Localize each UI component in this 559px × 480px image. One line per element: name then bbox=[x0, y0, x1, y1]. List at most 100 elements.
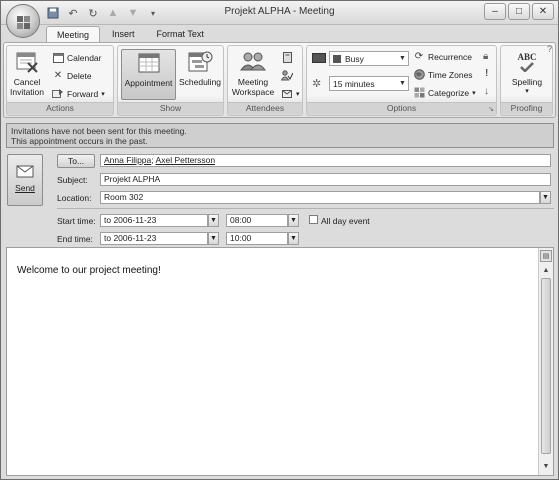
scroll-thumb[interactable] bbox=[541, 278, 551, 454]
recurrence-icon: ⟳ bbox=[414, 51, 424, 62]
recurrence-button[interactable]: ⟳ Recurrence bbox=[413, 49, 472, 64]
recurrence-label: Recurrence bbox=[428, 51, 472, 62]
to-separator: ; bbox=[151, 155, 154, 165]
forward-button[interactable]: Forward ▾ bbox=[52, 86, 105, 101]
send-label: Send bbox=[15, 183, 35, 193]
start-date-field[interactable]: to 2006-11-23 bbox=[100, 214, 208, 227]
globe-icon bbox=[413, 69, 425, 81]
reminder-dropdown-icon[interactable]: ▼ bbox=[398, 78, 407, 89]
end-date-field[interactable]: to 2006-11-23 bbox=[100, 232, 208, 245]
to-recipient-anna[interactable]: Anna Filippa bbox=[104, 155, 151, 165]
start-time-dropdown-icon[interactable]: ▼ bbox=[288, 214, 299, 227]
office-button[interactable] bbox=[6, 4, 40, 38]
cancel-invitation-button[interactable]: Cancel Invitation bbox=[9, 49, 45, 97]
end-date-dropdown-icon[interactable]: ▼ bbox=[208, 232, 219, 245]
body-text[interactable]: Welcome to our project meeting! bbox=[17, 265, 161, 276]
to-button[interactable]: To... bbox=[57, 154, 95, 168]
response-dropdown-icon[interactable]: ▾ bbox=[296, 90, 300, 98]
private-lock-icon[interactable]: 🔒︎ bbox=[483, 51, 488, 62]
title-bar: ↶ ↻ ▲ ▼ ▾ Projekt ALPHA - Meeting – □ ✕ bbox=[1, 1, 558, 25]
categorize-button[interactable]: Categorize ▾ bbox=[413, 85, 476, 100]
group-actions: Cancel Invitation Calendar ✕ Delete Forw… bbox=[6, 45, 114, 116]
show-as-value: Busy bbox=[345, 53, 364, 64]
high-importance-icon[interactable]: ! bbox=[485, 68, 488, 79]
spelling-button[interactable]: ABC Spelling ▾ bbox=[504, 49, 550, 97]
scroll-down-icon[interactable]: ▼ bbox=[540, 460, 552, 472]
appointment-button[interactable]: Appointment bbox=[121, 49, 176, 100]
meeting-window: ↶ ↻ ▲ ▼ ▾ Projekt ALPHA - Meeting – □ ✕ … bbox=[0, 0, 559, 480]
calendar-icon bbox=[52, 52, 64, 64]
send-button[interactable]: Send bbox=[7, 154, 43, 206]
workspace-label-1: Meeting bbox=[237, 77, 269, 87]
group-attendees: Meeting Workspace ▾ Attendees bbox=[227, 45, 303, 116]
ribbon-tabs: Meeting Insert Format Text bbox=[46, 26, 214, 43]
categorize-label: Categorize bbox=[428, 87, 470, 98]
spelling-icon: ABC bbox=[512, 49, 542, 75]
scroll-up-icon[interactable]: ▲ bbox=[540, 264, 552, 276]
show-as-dropdown-icon[interactable]: ▼ bbox=[398, 53, 407, 64]
options-group-label: Options bbox=[307, 102, 496, 114]
categorize-icon bbox=[413, 87, 425, 99]
options-dialog-launcher-icon[interactable]: ↘ bbox=[488, 105, 494, 113]
delete-label: Delete bbox=[67, 70, 92, 81]
end-time-field[interactable]: 10:00 bbox=[226, 232, 288, 245]
all-day-event-checkbox[interactable] bbox=[309, 215, 318, 224]
address-book-button[interactable] bbox=[281, 50, 293, 65]
check-names-icon bbox=[281, 70, 293, 82]
tab-meeting[interactable]: Meeting bbox=[46, 26, 101, 43]
delete-icon: ✕ bbox=[53, 70, 63, 81]
workspace-label-2: Workspace bbox=[231, 87, 275, 97]
actions-group-label: Actions bbox=[7, 102, 113, 114]
maximize-button[interactable]: □ bbox=[508, 3, 530, 20]
end-time-label: End time: bbox=[57, 234, 93, 244]
delete-button[interactable]: ✕ Delete bbox=[52, 68, 92, 83]
ribbon: Cancel Invitation Calendar ✕ Delete Forw… bbox=[3, 42, 556, 118]
ruler-toggle-icon[interactable]: ▤ bbox=[540, 250, 552, 262]
separator bbox=[57, 208, 554, 209]
time-zones-button[interactable]: Time Zones bbox=[413, 67, 473, 82]
tab-insert[interactable]: Insert bbox=[102, 26, 145, 43]
to-recipient-axel[interactable]: Axel Pettersson bbox=[156, 155, 216, 165]
window-title: Projekt ALPHA - Meeting bbox=[224, 6, 335, 17]
start-date-dropdown-icon[interactable]: ▼ bbox=[208, 214, 219, 227]
vertical-scrollbar[interactable]: ▤ ▲ ▼ bbox=[538, 248, 553, 475]
subject-field[interactable]: Projekt ALPHA bbox=[100, 173, 551, 186]
forward-label: Forward bbox=[67, 88, 99, 99]
show-as-combo[interactable]: Busy ▼ bbox=[329, 51, 409, 66]
check-names-button[interactable] bbox=[281, 68, 293, 83]
location-label: Location: bbox=[57, 193, 92, 203]
cancel-label-2: Invitation bbox=[9, 87, 45, 97]
busy-color-swatch bbox=[333, 54, 341, 63]
calendar-button[interactable]: Calendar bbox=[52, 50, 102, 65]
meeting-workspace-button[interactable]: Meeting Workspace bbox=[230, 49, 276, 97]
send-envelope-icon bbox=[16, 165, 34, 178]
group-proofing: ABC Spelling ▾ Proofing bbox=[500, 45, 553, 116]
minimize-button[interactable]: – bbox=[484, 3, 506, 20]
end-time-dropdown-icon[interactable]: ▼ bbox=[288, 232, 299, 245]
message-body[interactable]: Welcome to our project meeting! ▤ ▲ ▼ bbox=[6, 247, 554, 476]
low-importance-icon[interactable]: ↓ bbox=[484, 86, 489, 97]
to-field[interactable]: Anna Filippa; Axel Pettersson bbox=[100, 154, 551, 167]
start-time-field[interactable]: 08:00 bbox=[226, 214, 288, 227]
scheduling-label: Scheduling bbox=[178, 77, 222, 87]
close-button[interactable]: ✕ bbox=[532, 3, 554, 20]
response-options-button[interactable]: ▾ bbox=[281, 86, 300, 101]
help-icon[interactable]: ? bbox=[547, 44, 552, 54]
tab-format-text[interactable]: Format Text bbox=[147, 26, 214, 43]
location-dropdown-icon[interactable]: ▼ bbox=[540, 191, 551, 204]
reminder-bell-icon: ✲ bbox=[312, 78, 322, 90]
spelling-dropdown-icon[interactable]: ▾ bbox=[504, 87, 550, 97]
show-as-icon bbox=[312, 53, 326, 63]
group-show: Appointment Scheduling Show bbox=[117, 45, 224, 116]
meeting-workspace-icon bbox=[238, 49, 268, 75]
forward-dropdown-icon[interactable]: ▾ bbox=[101, 90, 105, 98]
reminder-combo[interactable]: 15 minutes ▼ bbox=[329, 76, 409, 91]
location-field[interactable]: Room 302 bbox=[100, 191, 540, 204]
categorize-dropdown-icon[interactable]: ▾ bbox=[472, 89, 476, 97]
cancel-label-1: Cancel bbox=[13, 77, 41, 87]
appointment-label: Appointment bbox=[124, 78, 173, 88]
scheduling-button[interactable]: Scheduling bbox=[178, 49, 222, 87]
scheduling-icon bbox=[185, 49, 215, 75]
all-day-event-label: All day event bbox=[321, 216, 370, 226]
address-book-icon bbox=[281, 52, 293, 64]
